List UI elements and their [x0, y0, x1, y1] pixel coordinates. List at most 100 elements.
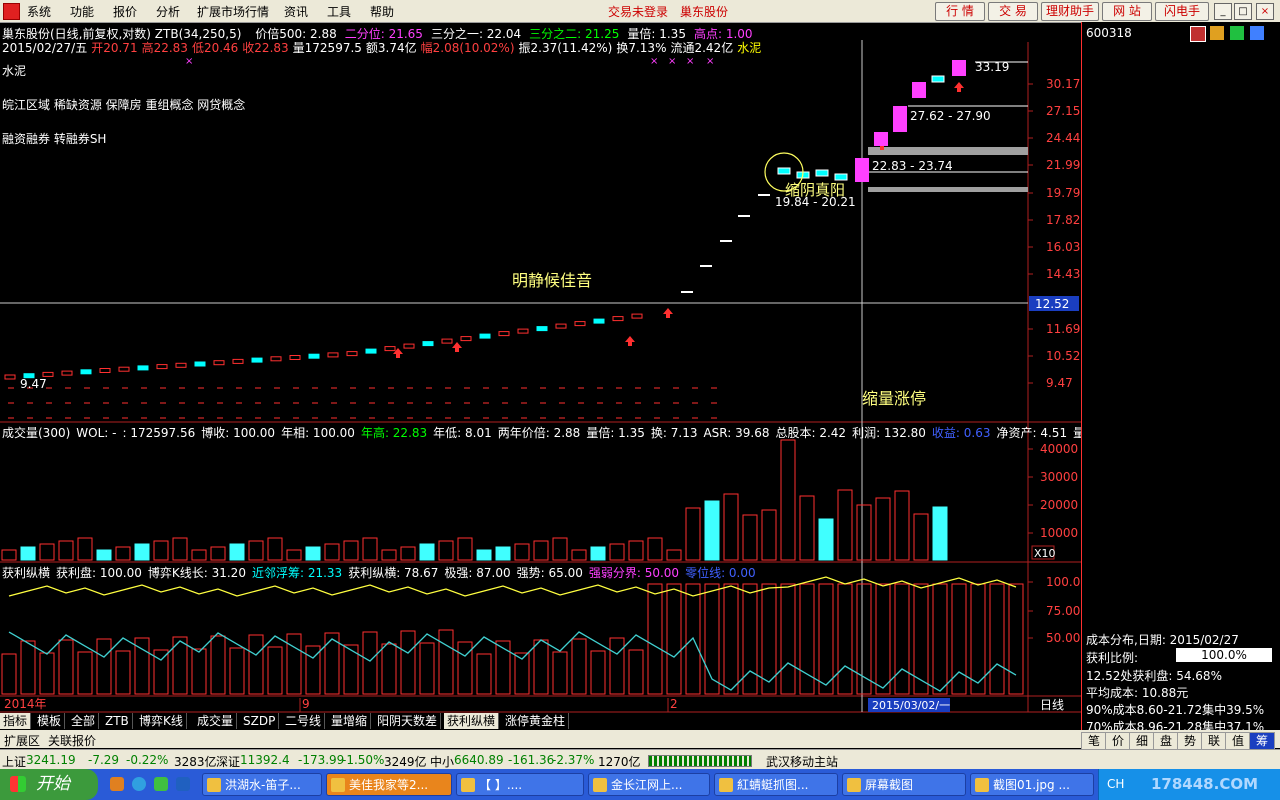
related-quote-tab[interactable]: 关联报价: [48, 732, 96, 749]
close-icon[interactable]: ×: [1256, 3, 1274, 20]
menu-item-analysis[interactable]: 分析: [156, 3, 180, 20]
taskbar-item-4[interactable]: 紅蜻蜓抓图...: [714, 773, 838, 796]
limit-up-candle-big: [952, 60, 966, 76]
taskbar-item-3[interactable]: 金长江网上...: [588, 773, 710, 796]
task-app-icon: [975, 778, 989, 792]
indicator-bar: [742, 583, 758, 695]
sz-change: -173.99: [298, 753, 345, 767]
candle: [118, 366, 130, 372]
menu-item-quote[interactable]: 报价: [113, 3, 137, 20]
zx-pct: -2.37%: [552, 753, 595, 767]
tab-5[interactable]: 成交量: [194, 713, 238, 729]
volume-bar: [77, 537, 93, 561]
menu-item-help[interactable]: 帮助: [370, 3, 394, 20]
toolbar-icon-2[interactable]: [1210, 26, 1224, 40]
taskbar-item-1[interactable]: 美佳我家等2...: [326, 773, 452, 796]
up-arrow-icon: [452, 342, 462, 352]
menu-item-system[interactable]: 系统: [27, 3, 51, 20]
menu-item-ext-market[interactable]: 扩展市场行情: [197, 3, 269, 20]
candle: [460, 336, 472, 342]
maximize-icon[interactable]: □: [1234, 3, 1252, 20]
volume-bar: [875, 497, 891, 561]
tab-11[interactable]: 涨停黄金柱: [502, 713, 570, 729]
right-tab-0[interactable]: 笔: [1081, 732, 1107, 750]
taskbar-item-6[interactable]: 截图01.jpg ...: [970, 773, 1094, 796]
volume-title-item-9: 换: 7.13: [650, 426, 698, 440]
input-language[interactable]: CH: [1107, 777, 1124, 791]
login-status[interactable]: 交易未登录: [608, 3, 668, 20]
quicklaunch-icon-2[interactable]: [132, 777, 146, 791]
right-tab-7[interactable]: 筹: [1249, 732, 1275, 750]
toolbar-icon-3[interactable]: [1230, 26, 1244, 40]
tab-4[interactable]: 博弈K线: [136, 713, 187, 729]
tab-2[interactable]: 全部: [68, 713, 100, 729]
taskbar-item-2[interactable]: 【 】....: [456, 773, 584, 796]
finance-assistant-button[interactable]: 理财助手: [1041, 2, 1099, 21]
toolbar-icon-4[interactable]: [1250, 26, 1264, 40]
quicklaunch-icon-3[interactable]: [154, 777, 168, 791]
task-app-icon: [847, 778, 861, 792]
candle: [42, 371, 54, 377]
volume-bar: [20, 546, 36, 561]
server-name[interactable]: 武汉移动主站: [766, 753, 838, 770]
indicator-bar: [647, 583, 663, 695]
quicklaunch-icon-4[interactable]: [176, 777, 190, 791]
tab-9[interactable]: 阳阴天数差: [374, 713, 442, 729]
indicator-title-item-5: 极强: 87.00: [444, 566, 511, 580]
indicator-bar: [590, 650, 606, 695]
start-button[interactable]: 开始: [0, 769, 98, 800]
volume-unit: X10: [1034, 547, 1056, 560]
tab-3[interactable]: ZTB: [102, 713, 133, 729]
price-tick-label: 14.43: [1046, 267, 1080, 281]
period-label[interactable]: 日线: [1040, 698, 1064, 712]
cost-line-2: 平均成本: 10.88元: [1086, 686, 1189, 700]
indicator-bar: [533, 639, 549, 695]
tab-8[interactable]: 量增缩: [328, 713, 372, 729]
right-tab-4[interactable]: 势: [1177, 732, 1203, 750]
trade-button[interactable]: 交 易: [988, 2, 1038, 21]
indicator-bar: [20, 640, 36, 695]
volume-bar: [590, 546, 606, 561]
consolidation-candle: [834, 173, 848, 181]
volume-bar: [39, 543, 55, 561]
quote-button[interactable]: 行 情: [935, 2, 985, 21]
signal-mark: ×: [668, 56, 676, 67]
volume-bar: [191, 549, 207, 561]
menu-item-function[interactable]: 功能: [70, 3, 94, 20]
tab-1[interactable]: 模板: [34, 713, 66, 729]
indicator-bar: [476, 653, 492, 695]
taskbar-item-0[interactable]: 洪湖水-笛子...: [202, 773, 322, 796]
toolbar-icon-1[interactable]: [1190, 26, 1206, 42]
indicator-bar: [96, 638, 112, 695]
minimize-icon[interactable]: _: [1214, 3, 1232, 20]
right-tab-2[interactable]: 细: [1129, 732, 1155, 750]
tab-6[interactable]: SZDP: [240, 713, 280, 729]
website-button[interactable]: 网 站: [1102, 2, 1152, 21]
volume-title-item-7: 两年价倍: 2.88: [497, 426, 581, 440]
right-tab-1[interactable]: 价: [1105, 732, 1131, 750]
ext-area-tab[interactable]: 扩展区: [4, 732, 40, 749]
volume-bar: [761, 509, 777, 561]
right-tab-3[interactable]: 盘: [1153, 732, 1179, 750]
candle: [631, 313, 643, 319]
tab-0[interactable]: 指标: [0, 713, 32, 729]
right-tab-5[interactable]: 联: [1201, 732, 1227, 750]
indicator-tick-label: 75.00: [1046, 604, 1080, 618]
app-logo-icon: [3, 3, 20, 20]
tab-10[interactable]: 获利纵横: [444, 713, 500, 729]
indicator-bar: [77, 651, 93, 695]
volume-bar: [837, 489, 853, 561]
tab-7[interactable]: 二号线: [282, 713, 326, 729]
right-tab-6[interactable]: 值: [1225, 732, 1251, 750]
indicator-bar: [989, 583, 1005, 695]
stock-chart[interactable]: 30.17 27.15 24.44 21.99 19.79 17.82 16.03 14.43…: [0, 22, 1081, 727]
quicklaunch-icon-1[interactable]: [110, 777, 124, 791]
lightning-button[interactable]: 闪电手: [1155, 2, 1209, 21]
watermark: 178448.COM: [1151, 775, 1259, 793]
resistance-zone-upper: [868, 147, 1028, 155]
price-tick-label: 11.69: [1046, 322, 1080, 336]
taskbar-item-5[interactable]: 屏幕截图: [842, 773, 966, 796]
menu-item-tools[interactable]: 工具: [327, 3, 351, 20]
menu-item-info[interactable]: 资讯: [284, 3, 308, 20]
indicator-title-item-3: 近邻浮筹: 21.33: [251, 566, 343, 580]
